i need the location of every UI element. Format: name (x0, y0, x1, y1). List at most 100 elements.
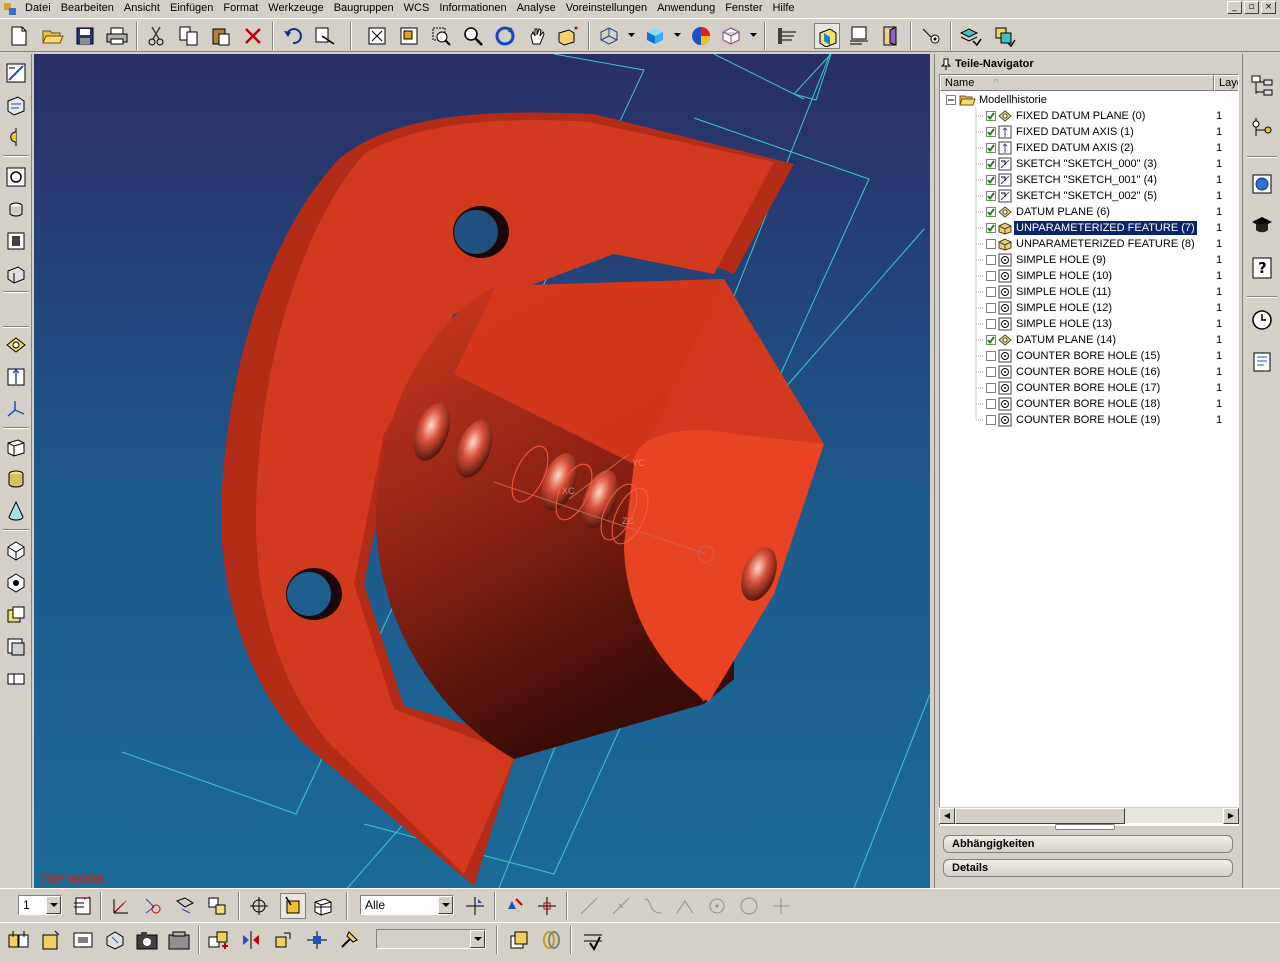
camera-icon[interactable] (134, 927, 160, 953)
feature-checkbox[interactable] (986, 111, 996, 121)
create-component-icon[interactable] (206, 927, 232, 953)
menu-analyse[interactable]: Analyse (512, 1, 561, 16)
zoom-icon[interactable] (460, 23, 486, 49)
exploded-view-icon[interactable] (304, 927, 330, 953)
help-icon[interactable]: ? (1248, 254, 1276, 282)
tree-row[interactable]: FIXED DATUM AXIS (1) 1 (940, 124, 1238, 140)
tree-row[interactable]: COUNTER BORE HOLE (17) 1 (940, 380, 1238, 396)
wcs-display-icon[interactable] (204, 893, 230, 919)
subtract-icon[interactable] (3, 570, 29, 596)
feature-checkbox[interactable] (986, 255, 996, 265)
unite-icon[interactable] (3, 538, 29, 564)
csys-icon[interactable] (3, 396, 29, 422)
tree-row[interactable]: COUNTER BORE HOLE (15) 1 (940, 348, 1238, 364)
tree-row[interactable]: UNPARAMETERIZED FEATURE (8) 1 (940, 236, 1238, 252)
wave-link-icon[interactable] (336, 927, 362, 953)
feature-checkbox[interactable] (986, 351, 996, 361)
column-header-layer[interactable]: Laye (1214, 75, 1238, 91)
menu-bearbeiten[interactable]: Bearbeiten (56, 1, 119, 16)
snap-quadrant-icon[interactable] (736, 893, 762, 919)
assembly-navigator-icon[interactable] (1248, 72, 1276, 100)
paste-icon[interactable] (208, 23, 234, 49)
snap-intersection-icon[interactable] (672, 893, 698, 919)
cone-icon[interactable] (3, 498, 29, 524)
snap-point-icon[interactable] (920, 23, 946, 49)
menu-datei[interactable]: Datei (20, 1, 56, 16)
mirror-assembly-icon[interactable] (238, 927, 264, 953)
rotate-icon[interactable] (492, 23, 518, 49)
select-faces-icon[interactable] (280, 893, 306, 919)
feature-checkbox[interactable] (986, 399, 996, 409)
menu-fenster[interactable]: Fenster (720, 1, 767, 16)
tree-row[interactable]: SIMPLE HOLE (13) 1 (940, 316, 1238, 332)
scroll-thumb[interactable] (955, 808, 1125, 824)
app-icon[interactable] (2, 1, 18, 17)
menu-einfuegen[interactable]: Einfügen (165, 1, 218, 16)
feature-checkbox[interactable] (986, 239, 996, 249)
datum-plane-tool-icon[interactable] (3, 332, 29, 358)
pad-icon[interactable] (3, 260, 29, 286)
tree-row[interactable]: SKETCH "SKETCH_001" (4) 1 (940, 172, 1238, 188)
scroll-left-button[interactable]: ◀ (939, 808, 955, 824)
minimize-button[interactable]: _ (1227, 1, 1242, 14)
tree-row[interactable]: SIMPLE HOLE (11) 1 (940, 284, 1238, 300)
feature-checkbox[interactable] (986, 335, 996, 345)
replace-component-icon[interactable] (506, 927, 532, 953)
details-panel[interactable]: Details (943, 859, 1233, 877)
zoom-window-icon[interactable] (396, 23, 422, 49)
fit-view-icon[interactable] (364, 23, 390, 49)
graphics-viewport[interactable]: YC XC ZC TOP WORK (34, 54, 930, 888)
cut-icon[interactable] (143, 23, 169, 49)
boss-icon[interactable] (3, 196, 29, 222)
revolve-icon[interactable] (3, 124, 29, 150)
feature-checkbox[interactable] (986, 207, 996, 217)
horizontal-scrollbar[interactable]: ◀ ▶ (939, 807, 1239, 824)
feature-tree[interactable]: Name^ Laye Modellhistorie FIXED DATUM PL… (939, 74, 1239, 826)
feature-checkbox[interactable] (986, 191, 996, 201)
zoom-area-icon[interactable] (428, 23, 454, 49)
pan-icon[interactable] (524, 23, 550, 49)
sketch-icon[interactable] (3, 60, 29, 86)
tree-row[interactable]: COUNTER BORE HOLE (18) 1 (940, 396, 1238, 412)
system-materials-icon[interactable] (1248, 348, 1276, 376)
pin-icon[interactable] (941, 58, 951, 70)
tree-row[interactable]: SKETCH "SKETCH_002" (5) 1 (940, 188, 1238, 204)
block-icon[interactable] (3, 434, 29, 460)
menu-ansicht[interactable]: Ansicht (119, 1, 165, 16)
component-array-icon[interactable] (70, 927, 96, 953)
close-button[interactable]: × (1261, 1, 1276, 14)
feature-checkbox[interactable] (986, 383, 996, 393)
layer-settings-icon[interactable] (70, 893, 96, 919)
layer-visibility-icon[interactable] (992, 23, 1018, 49)
menu-voreinstellungen[interactable]: Voreinstellungen (561, 1, 652, 16)
new-component-icon[interactable] (38, 927, 64, 953)
view-orientation-icon[interactable] (596, 23, 622, 49)
intersect-icon[interactable] (3, 602, 29, 628)
point-constructor-icon[interactable] (534, 893, 560, 919)
open-folder-icon[interactable] (40, 23, 66, 49)
color-material-icon[interactable] (688, 23, 714, 49)
panel-splitter[interactable] (1055, 824, 1115, 830)
tree-row[interactable]: DATUM PLANE (6) 1 (940, 204, 1238, 220)
feature-checkbox[interactable] (986, 319, 996, 329)
delete-icon[interactable] (240, 23, 266, 49)
mate-component-icon[interactable] (102, 927, 128, 953)
menu-hilfe[interactable]: Hilfe (767, 1, 799, 16)
column-header-name[interactable]: Name ^ (940, 75, 1214, 91)
feature-checkbox[interactable] (986, 271, 996, 281)
move-component-icon[interactable] (270, 927, 296, 953)
snap-existing-point-icon[interactable] (768, 893, 794, 919)
dropdown-arrow-icon[interactable] (438, 896, 453, 914)
reference-set-combo[interactable] (376, 929, 486, 949)
select-intent-icon[interactable] (462, 893, 488, 919)
cylinder-icon[interactable] (3, 466, 29, 492)
copy-icon[interactable] (176, 23, 202, 49)
wireframe-box-icon[interactable] (718, 23, 744, 49)
perspective-icon[interactable] (554, 23, 580, 49)
wcs-origin-icon[interactable] (108, 893, 134, 919)
pocket-icon[interactable] (3, 228, 29, 254)
crosshair-icon[interactable] (246, 893, 272, 919)
tree-row[interactable]: SIMPLE HOLE (12) 1 (940, 300, 1238, 316)
tree-row[interactable]: COUNTER BORE HOLE (19) 1 (940, 412, 1238, 428)
restore-button[interactable]: ▫ (1244, 1, 1259, 14)
